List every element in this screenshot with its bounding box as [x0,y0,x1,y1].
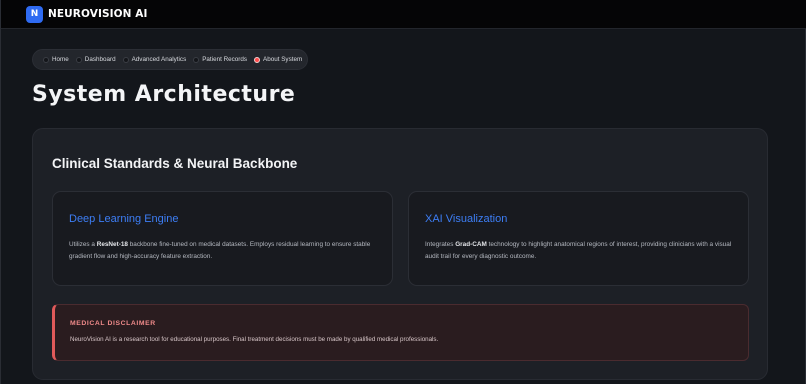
nav-bar: Home Dashboard Advanced Analytics Patien… [32,49,308,70]
xai-visualization-card: XAI Visualization Integrates Grad-CAM te… [408,191,749,286]
app-page: N NEUROVISION AI Home Dashboard Advanced… [0,0,806,384]
disclaimer-title: MEDICAL DISCLAIMER [70,320,156,327]
nav-item-label: Home [52,56,69,63]
page-title: System Architecture [32,82,296,107]
nav-item-label: Patient Records [202,56,248,63]
architecture-panel: Clinical Standards & Neural Backbone Dee… [32,128,768,380]
medical-disclaimer: MEDICAL DISCLAIMER NeuroVision AI is a r… [52,304,749,361]
card-title: Deep Learning Engine [69,213,179,225]
radio-icon [75,56,82,63]
section-title: Clinical Standards & Neural Backbone [52,156,298,171]
disclaimer-text: NeuroVision AI is a research tool for ed… [70,336,439,343]
nav-item-advanced-analytics[interactable]: Advanced Analytics [122,56,187,63]
radio-icon [193,56,200,63]
radio-icon [122,56,129,63]
nav-item-about-system[interactable]: About System [254,56,302,63]
nav-item-home[interactable]: Home [43,56,69,63]
nav-item-label: Advanced Analytics [131,56,187,63]
radio-icon [43,56,49,63]
deep-learning-card: Deep Learning Engine Utilizes a ResNet-1… [52,191,393,286]
card-title: XAI Visualization [425,213,508,225]
top-bar: N NEUROVISION AI [1,0,806,29]
card-description: Integrates Grad-CAM technology to highli… [425,241,732,260]
card-description: Utilizes a ResNet-18 backbone fine-tuned… [69,241,371,260]
nav-item-label: Dashboard [84,56,116,63]
nav-item-label: About System [263,56,303,63]
nav-item-dashboard[interactable]: Dashboard [75,56,116,63]
radio-selected-icon [254,56,261,63]
app-name[interactable]: NEUROVISION AI [48,8,148,20]
logo-icon[interactable]: N [26,5,43,23]
nav-item-patient-records[interactable]: Patient Records [193,56,247,63]
